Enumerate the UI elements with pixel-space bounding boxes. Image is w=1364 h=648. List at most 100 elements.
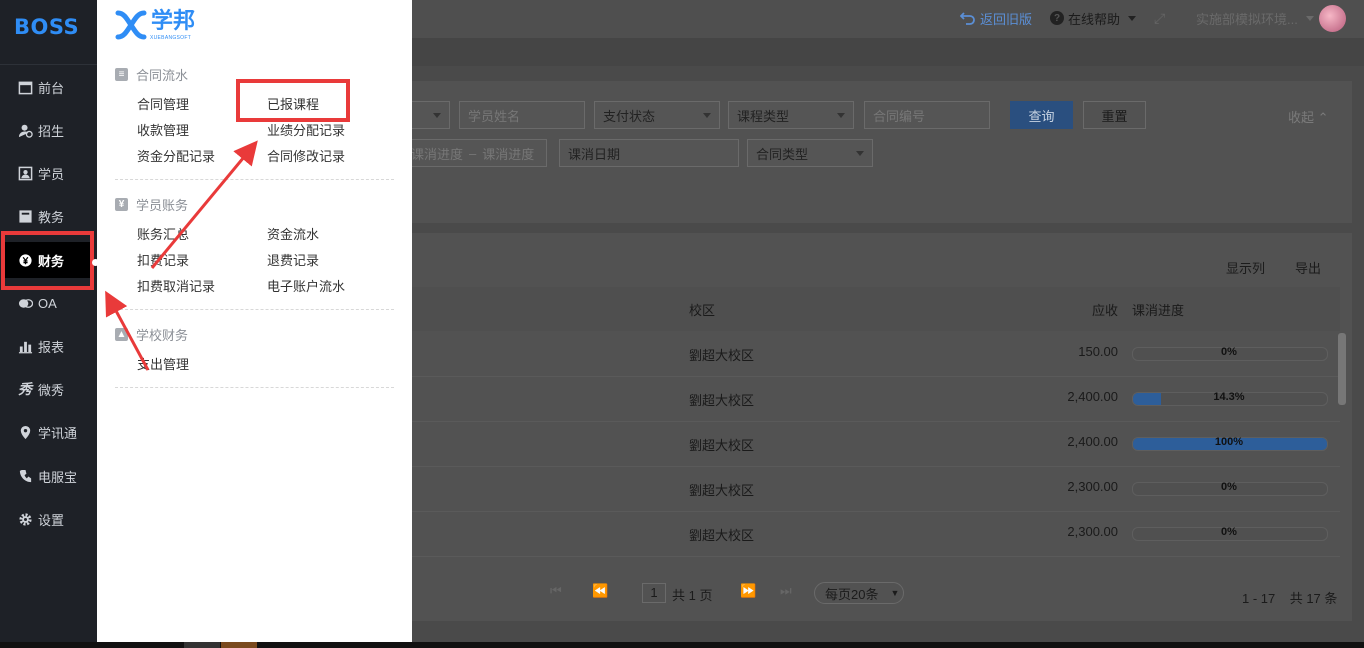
reset-label: 重置 (1101, 108, 1128, 124)
top-bar: 返回旧版 ? 在线帮助 ⤢ 实施部模拟环境... (412, 0, 1364, 38)
export-button[interactable]: 导出 (1295, 258, 1321, 277)
menu-contract-changes[interactable]: 合同修改记录 (267, 146, 345, 165)
chat-icon (17, 295, 33, 311)
xuebang-logo-icon (115, 10, 147, 40)
enrolled-courses-highlight-box (236, 79, 350, 122)
menu-e-account-flow[interactable]: 电子账户流水 (267, 276, 345, 295)
course-type-select[interactable]: 课程类型 (728, 101, 854, 129)
taskbar-item[interactable] (184, 642, 220, 648)
menu-account-summary[interactable]: 账务汇总 (137, 224, 189, 243)
back-old-version-label: 返回旧版 (980, 11, 1033, 27)
sidebar-item-label: 前台 (38, 80, 65, 96)
first-page-icon[interactable]: ⏮ (550, 583, 562, 599)
collapse-toggle[interactable]: 收起 ⌃ (1288, 107, 1329, 126)
group-title-label: 合同流水 (136, 68, 189, 83)
group-divider (115, 387, 394, 388)
progress-to-placeholder: 课消进度 (482, 146, 535, 162)
consume-date-picker[interactable]: 课消日期 (559, 139, 739, 167)
table-row[interactable]: 劉超大校区 2,400.00 100% (412, 421, 1340, 467)
show-columns-button[interactable]: 显示列 (1226, 258, 1265, 277)
page-input[interactable]: 1 (642, 583, 666, 603)
group-title-school-finance: ▲ 学校财务 (115, 325, 188, 344)
cell-amount: 150.00 (1078, 344, 1118, 359)
table-row[interactable]: 劉超大校区 2,300.00 0% (412, 511, 1340, 557)
pay-status-select[interactable]: 支付状态 (594, 101, 720, 129)
page-size-select[interactable]: 每页20条 ▼ (814, 582, 904, 604)
pay-status-label: 支付状态 (603, 108, 656, 124)
contract-no-input[interactable]: 合同编号 (864, 101, 990, 129)
menu-deduction-records[interactable]: 扣费记录 (137, 250, 189, 269)
sidebar-item-label: 报表 (38, 339, 65, 355)
cell-campus: 劉超大校区 (689, 393, 755, 408)
book-icon (17, 208, 33, 224)
query-button[interactable]: 查询 (1010, 101, 1073, 129)
sidebar-item-front-desk[interactable]: 前台 (0, 69, 97, 105)
campus-select[interactable] (412, 101, 450, 129)
menu-performance-allocation[interactable]: 业绩分配记录 (267, 120, 345, 139)
sidebar-item-weixiu[interactable]: 秀 微秀 (0, 371, 97, 407)
reset-button[interactable]: 重置 (1083, 101, 1146, 129)
sidebar-item-oa[interactable]: OA (0, 285, 97, 321)
query-label: 查询 (1028, 108, 1055, 124)
sidebar-item-reports[interactable]: 报表 (0, 328, 97, 364)
total-pages: 共 1 页 (672, 588, 713, 603)
menu-contract-management[interactable]: 合同管理 (137, 94, 189, 113)
page-size-label: 每页20条 (825, 586, 879, 602)
sidebar-item-students[interactable]: 学员 (0, 155, 97, 191)
student-name-placeholder: 学员姓名 (468, 108, 521, 124)
cell-campus: 劉超大校区 (689, 528, 755, 543)
progress-range-input[interactable]: 课消进度 – 课消进度 (412, 139, 547, 167)
progress-text: 14.3% (1213, 391, 1245, 403)
environment-selector[interactable]: 实施部模拟环境... (1196, 0, 1314, 36)
sidebar-item-settings[interactable]: 设置 (0, 501, 97, 537)
fullscreen-icon[interactable]: ⤢ (1154, 0, 1165, 36)
calendar-icon (17, 79, 33, 95)
taskbar-item[interactable] (221, 642, 257, 648)
sidebar-item-label: 设置 (38, 512, 65, 528)
tab-strip (412, 38, 1364, 66)
prev-page-icon[interactable]: ⏪ (592, 583, 608, 599)
sidebar-item-dianfubao[interactable]: 电服宝 (0, 458, 97, 494)
gear-icon (17, 511, 33, 527)
student-name-input[interactable]: 学员姓名 (459, 101, 585, 129)
sidebar-item-xuexuntong[interactable]: 学讯通 (0, 414, 97, 450)
boss-logo[interactable]: BOSS (14, 15, 79, 39)
table-row[interactable]: 劉超大校区 2,400.00 14.3% (412, 376, 1340, 422)
table-row[interactable]: 劉超大校区 2,300.00 0% (412, 466, 1340, 512)
menu-fund-allocation[interactable]: 资金分配记录 (137, 146, 215, 165)
sidebar-item-enrollment[interactable]: 招生 (0, 112, 97, 148)
next-page-icon[interactable]: ⏩ (740, 583, 756, 599)
menu-refund-records[interactable]: 退费记录 (267, 250, 319, 269)
course-type-label: 课程类型 (737, 108, 790, 124)
sidebar-item-label: 教务 (38, 209, 65, 225)
menu-deduction-cancel-records[interactable]: 扣费取消记录 (137, 276, 215, 295)
menu-expense-management[interactable]: 支出管理 (137, 354, 189, 373)
contract-type-label: 合同类型 (756, 146, 809, 162)
caret-down-icon: ▼ (890, 588, 900, 598)
menu-fund-flow[interactable]: 资金流水 (267, 224, 319, 243)
phone-icon (17, 468, 33, 484)
menu-payment-management[interactable]: 收款管理 (137, 120, 189, 139)
header-progress: 课消进度 (1132, 303, 1185, 318)
table-row[interactable]: 劉超大校区 150.00 0% (412, 331, 1340, 377)
sidebar-item-label: OA (38, 295, 57, 311)
xuebang-logo: 学邦 XUEBANGSOFT (114, 8, 195, 42)
progress-text: 100% (1214, 436, 1244, 448)
cell-amount: 2,300.00 (1067, 524, 1118, 539)
last-page-icon[interactable]: ⏭ (780, 583, 792, 599)
collapse-label: 收起 (1288, 110, 1315, 125)
avatar[interactable] (1319, 0, 1346, 36)
progress-text: 0% (1221, 481, 1237, 493)
yen-icon: ¥ (115, 198, 128, 211)
progress-from-placeholder: 课消进度 (412, 146, 464, 162)
sidebar-item-academic[interactable]: 教务 (0, 198, 97, 234)
brand-name: 学邦 (151, 8, 196, 33)
back-old-version-link[interactable]: 返回旧版 (960, 0, 1032, 36)
table-scrollbar[interactable] (1338, 333, 1346, 405)
help-icon: ? (1050, 11, 1064, 25)
contract-type-select[interactable]: 合同类型 (747, 139, 873, 167)
bar-chart-icon (17, 338, 33, 354)
group-divider (115, 179, 394, 180)
table-card: 显示列 导出 校区 应收 课消进度 劉超大校区 150.00 0% 劉超大校区 2,40… (412, 233, 1352, 621)
online-help-menu[interactable]: ? 在线帮助 (1050, 0, 1137, 36)
